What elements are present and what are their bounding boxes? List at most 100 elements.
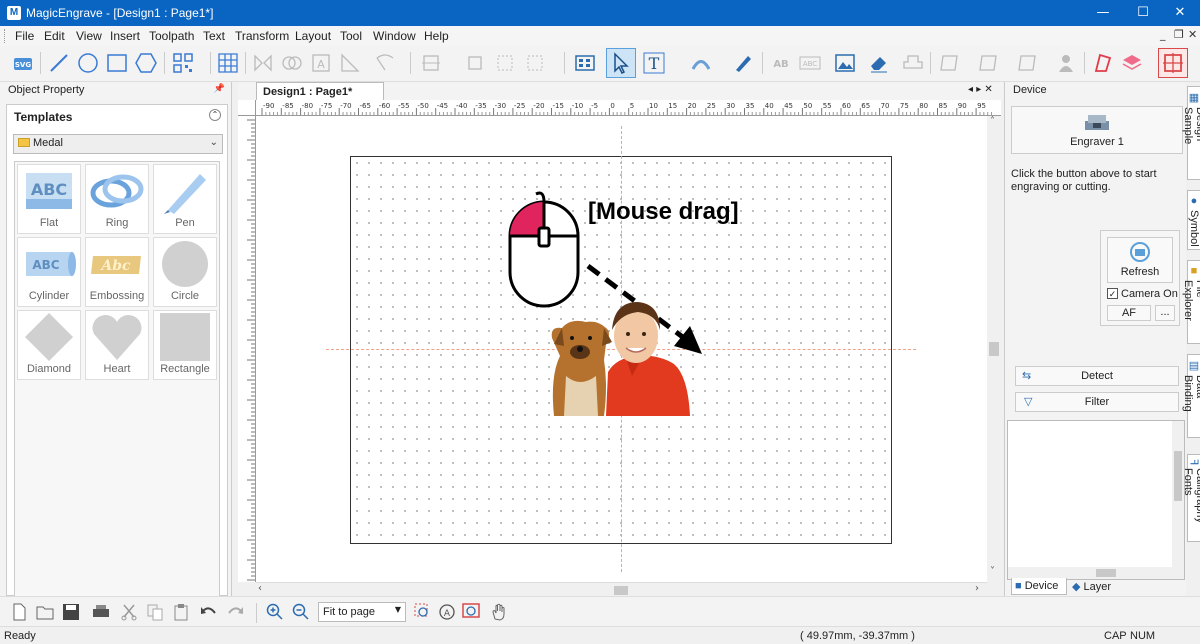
ellipse-tool-button[interactable]: [75, 50, 101, 76]
menu-toolpath[interactable]: Toolpath: [149, 29, 194, 43]
tab-design-sample[interactable]: ▦ Design Sample: [1182, 86, 1200, 180]
engraver-button[interactable]: Engraver 1: [1011, 106, 1183, 154]
design-canvas[interactable]: [Mouse drag]: [256, 116, 987, 582]
qr-code-button[interactable]: [170, 50, 196, 76]
template-pen[interactable]: Pen: [153, 164, 217, 234]
filter-button[interactable]: ▽ Filter: [1015, 392, 1179, 412]
template-diamond[interactable]: Diamond: [17, 310, 81, 380]
template-embossing[interactable]: Abc Embossing: [85, 237, 149, 307]
mdi-close-button[interactable]: ✕: [1188, 28, 1197, 41]
horizontal-scrollbar[interactable]: ‹ ›: [256, 582, 987, 596]
vertical-scrollbar[interactable]: ˄ ˅: [987, 116, 1001, 582]
text-tool-button[interactable]: T: [641, 50, 667, 76]
menu-view[interactable]: View: [76, 29, 102, 43]
h-scroll-thumb[interactable]: [614, 586, 628, 595]
tab-design1-page1[interactable]: Design1 : Page1*: [256, 82, 384, 100]
distribute-button[interactable]: [462, 50, 488, 76]
group-button[interactable]: [492, 50, 518, 76]
device-list-hthumb[interactable]: [1096, 569, 1116, 577]
pin-icon[interactable]: 📌: [214, 83, 225, 94]
open-file-button[interactable]: [34, 601, 56, 623]
zoom-selection-button[interactable]: [412, 601, 434, 623]
menu-text[interactable]: Text: [203, 29, 225, 43]
tab-file-explorer[interactable]: ■ File Explorer: [1182, 260, 1200, 344]
camera-on-checkbox[interactable]: ✓ Camera On: [1107, 288, 1178, 300]
template-category-select[interactable]: Medal ⌄: [13, 134, 223, 154]
measure-button[interactable]: [337, 50, 363, 76]
scroll-left-icon[interactable]: ‹: [258, 583, 262, 594]
zoom-out-button[interactable]: [290, 601, 312, 623]
menu-help[interactable]: Help: [424, 29, 449, 43]
new-file-button[interactable]: [8, 601, 30, 623]
template-cylinder[interactable]: ABC Cylinder: [17, 237, 81, 307]
rectangle-tool-button[interactable]: [104, 50, 130, 76]
cut-button[interactable]: [118, 601, 140, 623]
work-area-button[interactable]: [1158, 48, 1188, 78]
menu-tool[interactable]: Tool: [340, 29, 362, 43]
minimize-button[interactable]: —: [1083, 0, 1123, 26]
device-list-thumb[interactable]: [1174, 451, 1182, 501]
frame-3-button[interactable]: [1014, 50, 1040, 76]
template-flat[interactable]: ABC Flat: [17, 164, 81, 234]
scroll-right-icon[interactable]: ›: [975, 583, 979, 594]
pan-button[interactable]: [488, 601, 510, 623]
eraser-button[interactable]: [866, 50, 892, 76]
menu-transform[interactable]: Transform: [235, 29, 289, 43]
paste-button[interactable]: [170, 601, 192, 623]
select-tool-button[interactable]: [606, 48, 636, 78]
text-on-path-button[interactable]: [688, 50, 714, 76]
tab-symbol[interactable]: ● Symbol: [1187, 190, 1200, 250]
import-svg-button[interactable]: SVG: [10, 50, 36, 76]
layout-grid-button[interactable]: [572, 50, 598, 76]
polygon-tool-button[interactable]: [133, 50, 159, 76]
menu-file[interactable]: File: [15, 29, 34, 43]
tab-scroll-icon[interactable]: ◂ ▸ ✕: [968, 84, 993, 95]
print-button[interactable]: [90, 601, 112, 623]
v-scroll-thumb[interactable]: [989, 342, 999, 356]
text-frame-button[interactable]: A: [308, 50, 334, 76]
template-heart[interactable]: Heart: [85, 310, 149, 380]
stamp-button[interactable]: [900, 50, 926, 76]
node-edit-button[interactable]: [372, 50, 398, 76]
tab-calligraphy-fonts[interactable]: ꟻ Calligraphy Fonts: [1182, 454, 1200, 542]
line-tool-button[interactable]: [46, 50, 72, 76]
save-button[interactable]: [60, 601, 82, 623]
frame-2-button[interactable]: [975, 50, 1001, 76]
device-list[interactable]: [1007, 420, 1185, 580]
redo-button[interactable]: [224, 601, 246, 623]
layers-button[interactable]: [1119, 50, 1145, 76]
text-style-button[interactable]: AB: [768, 50, 794, 76]
mdi-restore-button[interactable]: ❐: [1174, 28, 1184, 41]
mdi-minimize-button[interactable]: _: [1160, 28, 1166, 41]
mirror-button[interactable]: [250, 50, 276, 76]
pen-tool-button[interactable]: [730, 50, 756, 76]
tab-device[interactable]: ■ Device: [1011, 578, 1067, 595]
insert-image-button[interactable]: [832, 50, 858, 76]
tab-data-binding[interactable]: ▤ Data Binding: [1182, 354, 1200, 438]
scroll-down-icon[interactable]: ˅: [990, 566, 995, 577]
detect-button[interactable]: ⇆ Detect: [1015, 366, 1179, 386]
scroll-up-icon[interactable]: ˄: [990, 116, 995, 127]
menu-edit[interactable]: Edit: [44, 29, 65, 43]
zoom-in-button[interactable]: [264, 601, 286, 623]
camera-settings-button[interactable]: ...: [1155, 305, 1175, 321]
text-outline-button[interactable]: ABC: [797, 50, 823, 76]
collapse-icon[interactable]: ⌃: [209, 109, 221, 121]
portrait-button[interactable]: [1053, 50, 1079, 76]
zoom-select[interactable]: Fit to page ▼: [318, 602, 406, 622]
maximize-button[interactable]: ☐: [1123, 0, 1163, 26]
shape-3d-button[interactable]: [1090, 50, 1116, 76]
copy-button[interactable]: [144, 601, 166, 623]
template-rectangle[interactable]: Rectangle: [153, 310, 217, 380]
template-ring[interactable]: Ring: [85, 164, 149, 234]
af-button[interactable]: AF: [1107, 305, 1151, 321]
undo-button[interactable]: [198, 601, 220, 623]
zoom-page-button[interactable]: [460, 601, 482, 623]
grid-array-button[interactable]: [215, 50, 241, 76]
align-button[interactable]: [418, 50, 444, 76]
ungroup-button[interactable]: [522, 50, 548, 76]
weld-button[interactable]: [279, 50, 305, 76]
menu-layout[interactable]: Layout: [295, 29, 331, 43]
menu-insert[interactable]: Insert: [110, 29, 140, 43]
refresh-button[interactable]: Refresh: [1107, 237, 1173, 283]
